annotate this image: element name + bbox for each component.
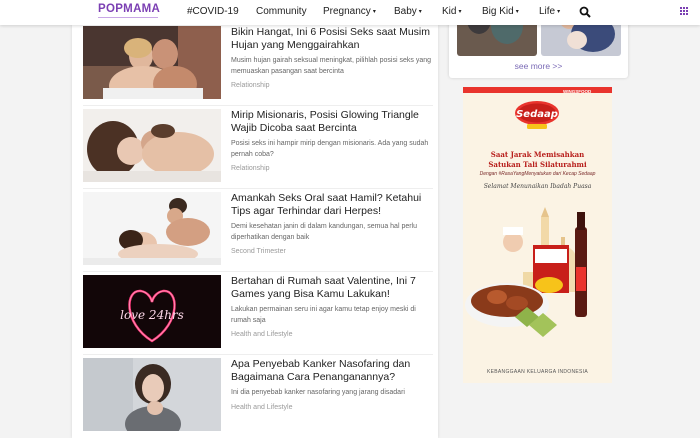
chevron-down-icon: ▾ (418, 9, 422, 15)
ad-headline-1: Saat Jarak Memisahkan (490, 150, 585, 159)
article-thumbnail[interactable]: love 24hrs (83, 275, 221, 348)
chevron-down-icon: ▾ (515, 9, 519, 15)
chevron-down-icon: ▾ (557, 9, 561, 15)
divider (83, 271, 433, 272)
article-excerpt: Lakukan permainan seru ini agar kamu tet… (231, 306, 416, 324)
nav-item-covid[interactable]: #COVID-19 (187, 6, 239, 17)
sedaap-logo-text: Sedaap (516, 109, 558, 120)
search-icon[interactable] (579, 6, 591, 18)
popmama-logo[interactable]: POPMAMA (98, 3, 161, 18)
ad-headline-2: Satukan Tali Silaturahmi (488, 160, 587, 169)
ad-footer-tagline: KEBANGGAAN KELUARGA INDONESIA (487, 369, 588, 375)
logo-underline (98, 17, 158, 18)
advertisement-banner[interactable]: WINGSFOOD Sedaap Saat Jarak Memisahkan S… (463, 87, 612, 383)
ad-brand-tag: WINGSFOOD (563, 89, 592, 94)
divider (83, 354, 433, 355)
article-category[interactable]: Relationship (231, 165, 433, 172)
see-more-link[interactable]: see more >> (449, 61, 628, 71)
divider (83, 188, 433, 189)
nav-item-pregnancy[interactable]: Pregnancy ▾ (323, 6, 376, 17)
article-category[interactable]: Relationship (231, 82, 433, 89)
article-excerpt: Ini dia penyebab kanker nasofaring yang … (231, 389, 405, 396)
article-thumbnail[interactable] (83, 109, 221, 182)
chevron-down-icon: ▾ (372, 9, 376, 15)
article-list: Bikin Hangat, Ini 6 Posisi Seks saat Mus… (72, 25, 438, 438)
article-title[interactable]: Mirip Misionaris, Posisi Glowing Triangl… (231, 109, 433, 135)
ad-hashtag: Dengan #RasaYangMenyatukan dari Kecap Se… (479, 171, 596, 177)
logo-text: POPMAMA (98, 3, 161, 15)
top-nav-bar: POPMAMA #COVID-19 Community Pregnancy ▾ B… (0, 0, 700, 25)
nav-item-big-kid[interactable]: Big Kid ▾ (482, 6, 519, 17)
article-title[interactable]: Apa Penyebab Kanker Nasofaring dan Bagai… (231, 358, 433, 384)
chevron-down-icon: ▾ (458, 9, 462, 15)
article-category[interactable]: Second Trimester (231, 248, 433, 255)
divider (83, 105, 433, 106)
article-category[interactable]: Health and Lifestyle (231, 331, 433, 338)
apps-grid-icon[interactable] (680, 7, 689, 16)
article-title[interactable]: Bikin Hangat, Ini 6 Posisi Seks saat Mus… (231, 26, 433, 52)
sedaap-logo: Sedaap (515, 101, 559, 129)
nav-item-kid[interactable]: Kid ▾ (442, 6, 461, 17)
ad-illustration (465, 207, 587, 337)
article-thumbnail[interactable] (83, 192, 221, 265)
nav-item-life[interactable]: Life ▾ (539, 6, 560, 17)
article-title[interactable]: Amankah Seks Oral saat Hamil? Ketahui Ti… (231, 192, 433, 218)
article-excerpt: Demi kesehatan janin di dalam kandungan,… (231, 223, 418, 241)
article-excerpt: Musim hujan gairah seksual meningkat, pi… (231, 57, 431, 75)
neon-love-text: love 24hrs (120, 308, 184, 322)
article-title[interactable]: Bertahan di Rumah saat Valentine, Ini 7 … (231, 275, 433, 301)
article-excerpt: Posisi seks ini hampir mirip dengan misi… (231, 140, 429, 158)
article-category[interactable]: Health and Lifestyle (231, 404, 433, 411)
article-thumbnail[interactable] (83, 358, 221, 431)
nav-item-community[interactable]: Community (256, 6, 307, 17)
article-thumbnail[interactable] (83, 26, 221, 99)
nav-item-baby[interactable]: Baby ▾ (394, 6, 422, 17)
